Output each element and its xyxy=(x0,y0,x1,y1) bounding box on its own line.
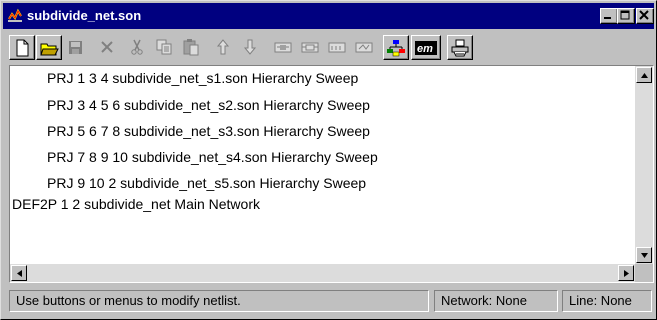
floppy-disk-icon xyxy=(69,41,82,54)
scroll-up-button[interactable] xyxy=(636,67,652,83)
app-logo-icon xyxy=(8,8,22,22)
paste-icon xyxy=(183,39,199,56)
maximize-icon xyxy=(620,10,630,20)
minimize-button[interactable] xyxy=(600,8,618,24)
scroll-up-icon xyxy=(641,73,648,78)
add-network-button[interactable] xyxy=(352,35,378,60)
cut-button[interactable] xyxy=(125,35,151,60)
scroll-right-icon xyxy=(624,270,629,277)
status-line: Line: None xyxy=(562,290,652,312)
app-window: subdivide_net.son em PRJ 1 3 4 subdivide… xyxy=(0,0,657,320)
arrow-up-icon xyxy=(216,39,230,55)
open-file-button[interactable] xyxy=(36,35,62,60)
copy-icon xyxy=(156,39,172,55)
close-icon xyxy=(639,10,649,20)
netlist-line[interactable]: PRJ 5 6 7 8 subdivide_net_s3.son Hierarc… xyxy=(47,122,370,140)
add-element-button[interactable] xyxy=(271,35,297,60)
project-icon xyxy=(301,42,319,53)
netlist-view[interactable]: PRJ 1 3 4 subdivide_net_s1.son Hierarchy… xyxy=(9,65,654,283)
new-document-icon xyxy=(16,39,29,57)
move-down-button[interactable] xyxy=(238,35,264,60)
status-bar: Use buttons or menus to modify netlist. … xyxy=(3,287,654,315)
open-folder-icon xyxy=(40,43,59,56)
scissors-icon xyxy=(131,39,143,55)
arrow-down-icon xyxy=(243,39,257,55)
add-project-button[interactable] xyxy=(298,35,324,60)
add-port-button[interactable] xyxy=(325,35,351,60)
scroll-left-icon xyxy=(17,270,22,277)
print-button[interactable] xyxy=(447,35,473,60)
copy-button[interactable] xyxy=(152,35,178,60)
x-delete-icon xyxy=(101,41,113,53)
netlist-line[interactable]: PRJ 1 3 4 subdivide_net_s1.son Hierarchy… xyxy=(47,69,358,87)
hierarchy-icon xyxy=(387,40,405,57)
horizontal-scrollbar[interactable] xyxy=(10,264,635,282)
status-message: Use buttons or menus to modify netlist. xyxy=(9,290,429,312)
element-icon xyxy=(274,42,292,53)
network-icon xyxy=(355,42,373,53)
move-up-button[interactable] xyxy=(211,35,237,60)
status-network: Network: None xyxy=(434,290,558,312)
paste-button[interactable] xyxy=(179,35,205,60)
close-button[interactable] xyxy=(636,8,654,24)
netlist-line[interactable]: PRJ 9 10 2 subdivide_net_s5.son Hierarch… xyxy=(47,174,366,192)
delete-button[interactable] xyxy=(95,35,121,60)
em-icon: em xyxy=(415,41,437,55)
scroll-left-button[interactable] xyxy=(11,265,27,281)
printer-icon xyxy=(451,39,469,57)
new-file-button[interactable] xyxy=(9,35,35,60)
netlist-line[interactable]: PRJ 3 4 5 6 subdivide_net_s2.son Hierarc… xyxy=(47,96,370,114)
maximize-button[interactable] xyxy=(617,8,635,24)
scroll-right-button[interactable] xyxy=(618,265,634,281)
window-title: subdivide_net.son xyxy=(27,8,142,23)
em-button[interactable]: em xyxy=(411,35,441,60)
port-icon xyxy=(328,42,346,53)
hierarchy-button[interactable] xyxy=(383,35,409,60)
svg-text:em: em xyxy=(417,43,433,55)
title-bar[interactable]: subdivide_net.son xyxy=(3,3,654,29)
minimize-icon xyxy=(604,17,611,19)
scrollbar-corner xyxy=(635,264,653,282)
scroll-down-icon xyxy=(641,253,648,258)
toolbar: em xyxy=(3,31,654,65)
save-button[interactable] xyxy=(63,35,89,60)
scroll-down-button[interactable] xyxy=(636,247,652,263)
vertical-scrollbar[interactable] xyxy=(635,66,653,264)
netlist-line[interactable]: DEF2P 1 2 subdivide_net Main Network xyxy=(12,195,260,213)
netlist-lines: PRJ 1 3 4 subdivide_net_s1.son Hierarchy… xyxy=(10,66,635,264)
netlist-line[interactable]: PRJ 7 8 9 10 subdivide_net_s4.son Hierar… xyxy=(47,148,378,166)
